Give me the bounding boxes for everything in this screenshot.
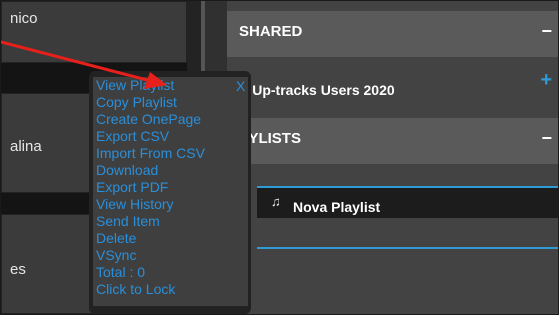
collapse-icon[interactable]: − — [541, 21, 552, 42]
red-arrow-annotation — [1, 40, 167, 89]
music-note-icon: ♫ — [271, 194, 281, 209]
menu-item-send-item[interactable]: Send Item — [96, 213, 160, 230]
app-frame: nico alina es SHARED − V Up-tracks Users… — [0, 0, 559, 315]
menu-item-create-onepage[interactable]: Create OnePage — [96, 111, 201, 128]
user-tile-label: alina — [10, 138, 42, 155]
menu-item-export-csv[interactable]: Export CSV — [96, 128, 169, 145]
playlist-accent-line — [257, 247, 558, 249]
shared-header-label: SHARED — [239, 23, 303, 40]
shared-group-row[interactable]: V Up-tracks Users 2020 + — [227, 67, 558, 111]
user-tile-label: es — [10, 261, 26, 278]
menu-item-total-0[interactable]: Total : 0 — [96, 264, 145, 281]
menu-item-vsync[interactable]: VSync — [96, 247, 136, 264]
menu-item-view-history[interactable]: View History — [96, 196, 174, 213]
right-panel: SHARED − V Up-tracks Users 2020 + AYLIST… — [227, 1, 558, 314]
menu-item-delete[interactable]: Delete — [96, 230, 136, 247]
menu-item-click-to-lock[interactable]: Click to Lock — [96, 281, 175, 298]
playlist-name: Nova Playlist — [293, 199, 381, 215]
group-label: V Up-tracks Users 2020 — [239, 82, 395, 98]
menu-item-download[interactable]: Download — [96, 162, 158, 179]
context-menu: X View Playlist Copy Playlist Create OnePa… — [89, 71, 251, 314]
close-icon[interactable]: X — [236, 78, 245, 94]
menu-item-import-from-csv[interactable]: Import From CSV — [96, 145, 205, 162]
playlist-row[interactable]: ♫ Nova Playlist — [257, 188, 558, 218]
collapse-icon[interactable]: − — [541, 128, 552, 149]
expand-icon[interactable]: + — [540, 69, 552, 92]
playlists-section-header[interactable]: AYLISTS − — [227, 118, 558, 164]
shared-section-header[interactable]: SHARED − — [227, 11, 558, 57]
context-menu-body: X View Playlist Copy Playlist Create OnePa… — [93, 77, 248, 306]
menu-item-export-pdf[interactable]: Export PDF — [96, 179, 168, 196]
